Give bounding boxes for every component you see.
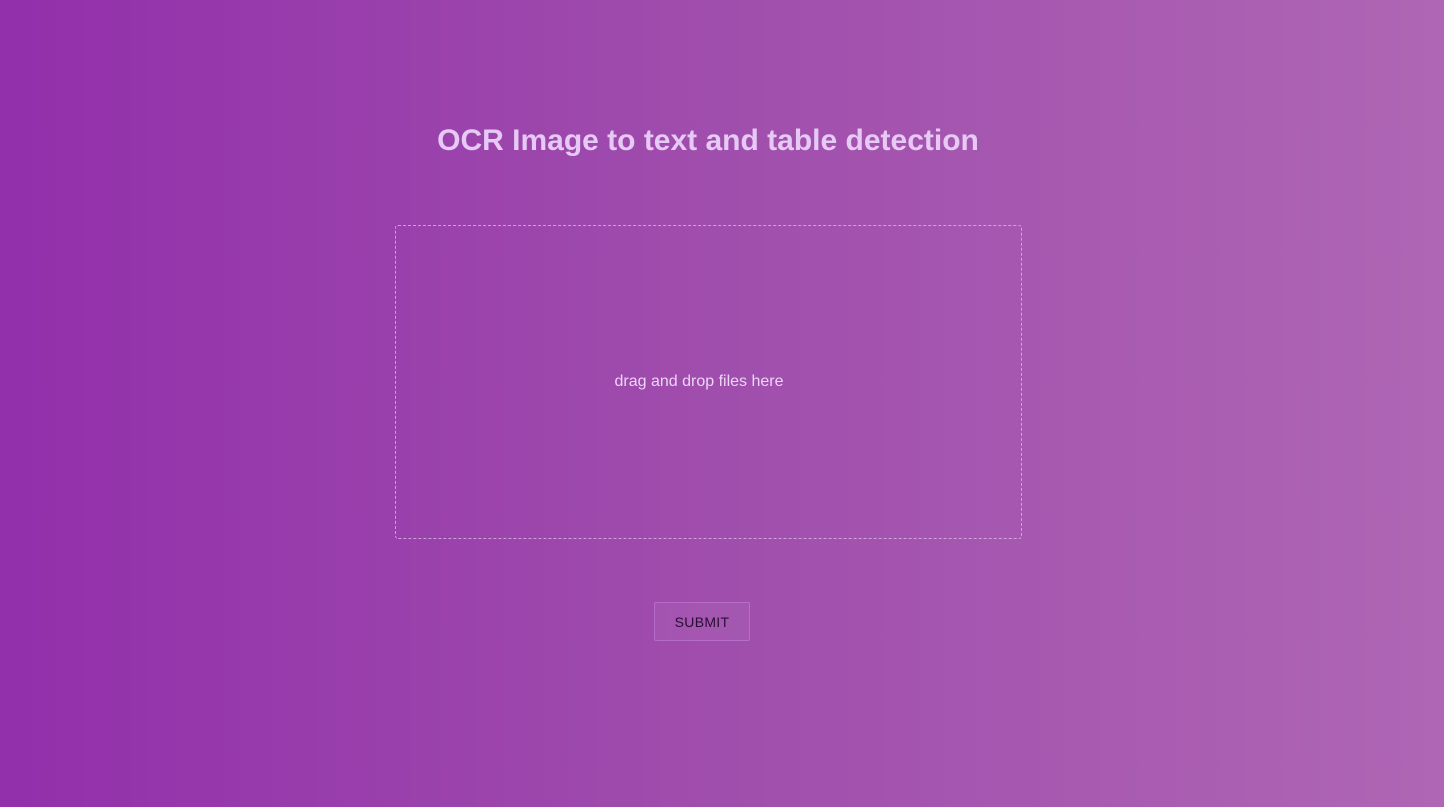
submit-button[interactable]: SUBMIT	[654, 602, 750, 641]
dropzone-label: drag and drop files here	[614, 373, 784, 390]
file-dropzone[interactable]: drag and drop files here	[395, 225, 1022, 539]
page-title: OCR Image to text and table detection	[437, 124, 979, 157]
